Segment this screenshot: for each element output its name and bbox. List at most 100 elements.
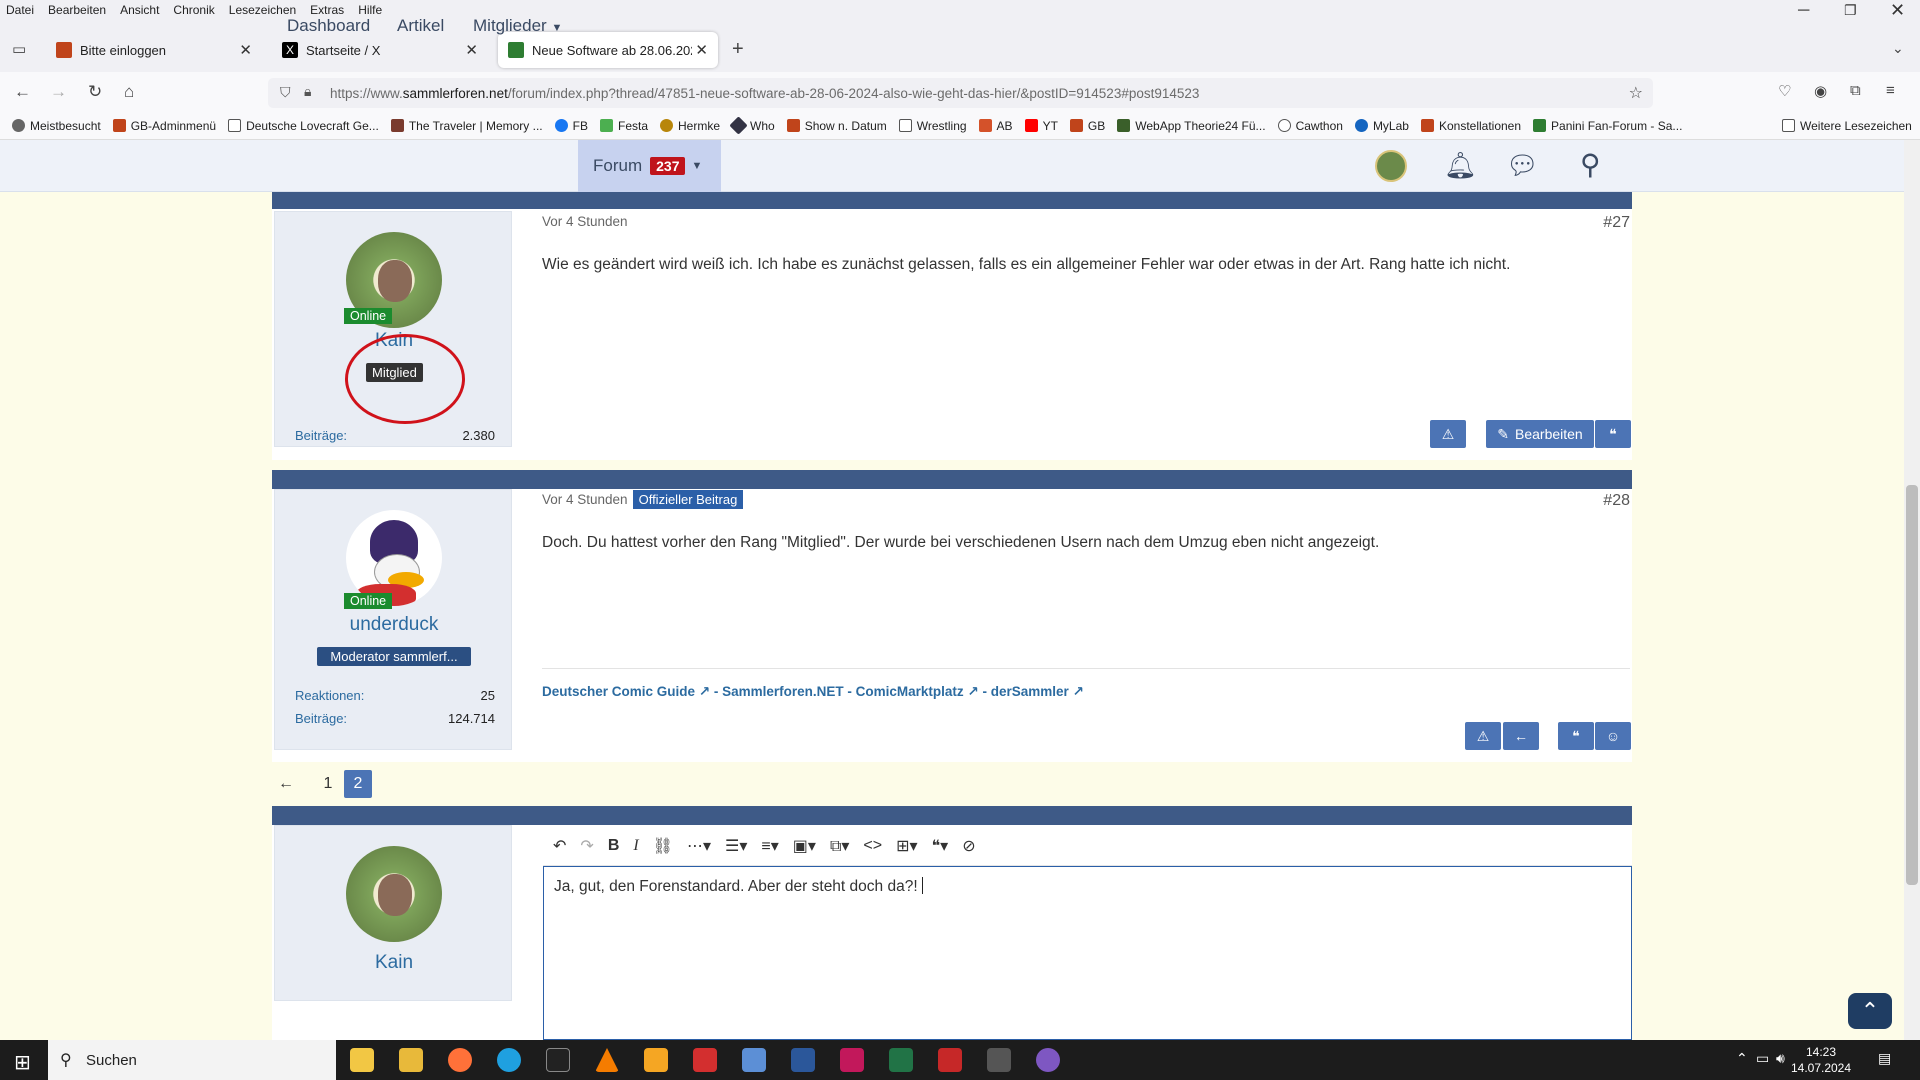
app-icon[interactable] [399, 1048, 423, 1072]
explorer-app-icon[interactable] [350, 1048, 374, 1072]
menu-chronik[interactable]: Chronik [173, 3, 214, 17]
reply-arrow-button[interactable]: ← [1503, 722, 1539, 750]
align-icon[interactable]: ≡▾ [761, 836, 778, 856]
app-icon[interactable] [938, 1048, 962, 1072]
account-icon[interactable]: ◉ [1814, 82, 1827, 100]
menu-datei[interactable]: Datei [6, 3, 34, 17]
menu-bearbeiten[interactable]: Bearbeiten [48, 3, 106, 17]
bookmark-item[interactable]: Meistbesucht [12, 119, 101, 133]
notifications-icon[interactable]: ▤ [1878, 1050, 1891, 1067]
menu-hilfe[interactable]: Hilfe [358, 3, 382, 17]
italic-icon[interactable]: I [633, 837, 638, 855]
report-button[interactable]: ⚠ [1465, 722, 1501, 750]
back-icon[interactable]: ← [14, 82, 31, 102]
scrollbar-thumb[interactable] [1906, 485, 1918, 885]
edit-button[interactable]: ✎ Bearbeiten [1486, 420, 1594, 448]
bookmark-item[interactable]: MyLab [1354, 119, 1409, 133]
blockquote-icon[interactable]: ❝▾ [932, 836, 949, 856]
list-icon[interactable]: ☰▾ [725, 836, 747, 856]
post-time[interactable]: Vor 4 Stunden [542, 492, 628, 507]
link-icon[interactable]: ⛓ [653, 836, 673, 856]
code-icon[interactable]: <> [863, 837, 882, 855]
media-app-icon[interactable] [546, 1048, 570, 1072]
redo-icon[interactable]: ↷ [580, 836, 593, 856]
tab-bitte-einloggen[interactable]: Bitte einloggen ✕ [46, 32, 262, 68]
network-icon[interactable]: ▭ [1756, 1050, 1769, 1067]
bookmark-item[interactable]: YT [1024, 119, 1058, 133]
search-icon[interactable]: ⚲ [1580, 148, 1601, 181]
window-close-icon[interactable]: ✕ [1890, 0, 1905, 21]
tab-close-icon[interactable]: ✕ [239, 41, 252, 59]
lock-icon[interactable]: 🔒︎ [304, 83, 311, 100]
avatar[interactable] [346, 846, 442, 942]
bell-icon[interactable]: 🔔︎ [1444, 150, 1477, 181]
bookmark-item[interactable]: Who [729, 116, 775, 135]
bookmark-item[interactable]: Deutsche Lovecraft Ge... [228, 119, 379, 133]
taskbar-search[interactable]: Suchen [48, 1040, 336, 1080]
bookmark-folder[interactable]: Wrestling [898, 119, 967, 133]
new-tab-icon[interactable]: + [732, 38, 744, 61]
bookmark-item[interactable]: WebApp Theorie24 Fü... [1117, 119, 1266, 133]
word-app-icon[interactable] [791, 1048, 815, 1072]
pagination-prev[interactable]: ← [272, 770, 300, 798]
bookmark-item[interactable]: GB-Adminmenü [112, 119, 216, 133]
media-icon[interactable]: ⧉▾ [830, 836, 849, 856]
bold-icon[interactable]: B [608, 837, 620, 855]
bookmark-item[interactable]: GB [1069, 119, 1105, 133]
menu-ansicht[interactable]: Ansicht [120, 3, 159, 17]
app-icon[interactable] [742, 1048, 766, 1072]
tab-neue-software[interactable]: Neue Software ab 28.06.2024 - / ✕ [498, 32, 718, 68]
forward-icon[interactable]: → [50, 82, 67, 102]
conversations-icon[interactable]: 💬︎ [1506, 150, 1539, 181]
tab-list-chevron-icon[interactable]: ⌄ [1892, 40, 1904, 57]
preview-toggle-icon[interactable]: ⊘ [962, 836, 975, 856]
undo-icon[interactable]: ↶ [553, 836, 566, 856]
app-icon[interactable] [987, 1048, 1011, 1072]
report-button[interactable]: ⚠ [1430, 420, 1466, 448]
bookmark-folder-other[interactable]: Weitere Lesezeichen [1782, 119, 1912, 133]
tab-overview-icon[interactable]: ▭ [12, 40, 26, 58]
app-icon[interactable] [1036, 1048, 1060, 1072]
reload-icon[interactable]: ↻ [88, 82, 102, 102]
bookmark-item[interactable]: AB [978, 119, 1013, 133]
nav-mitglieder[interactable]: Mitglieder ▼ [473, 16, 562, 36]
bookmark-item[interactable]: Show n. Datum [786, 119, 887, 133]
pagination-page-2[interactable]: 2 [344, 770, 372, 798]
tab-startseite-x[interactable]: X Startseite / X ✕ [272, 32, 488, 68]
extensions-icon[interactable]: ⧉ [1850, 82, 1861, 99]
taskbar-clock[interactable]: 14:23 14.07.2024 [1783, 1044, 1859, 1076]
player-app-icon[interactable] [644, 1048, 668, 1072]
author-name[interactable]: underduck [275, 614, 513, 636]
scroll-to-top-button[interactable]: ⌃ [1848, 993, 1892, 1029]
restore-icon[interactable]: ❐ [1844, 2, 1857, 19]
menu-hamburger-icon[interactable]: ≡ [1886, 82, 1895, 99]
more-options-icon[interactable]: ⋯▾ [687, 836, 711, 856]
bookmark-item[interactable]: Festa [599, 119, 648, 133]
app-icon[interactable] [840, 1048, 864, 1072]
menu-lesezeichen[interactable]: Lesezeichen [229, 3, 296, 17]
post-number[interactable]: #27 [1603, 214, 1630, 232]
quote-button[interactable]: ❝ [1558, 722, 1594, 750]
tray-chevron-icon[interactable]: ⌃ [1736, 1050, 1748, 1067]
vlc-app-icon[interactable] [595, 1048, 619, 1072]
avatar[interactable] [346, 510, 442, 606]
bookmark-item[interactable]: Hermke [660, 119, 720, 133]
user-avatar[interactable] [1375, 150, 1407, 182]
tab-close-icon[interactable]: ✕ [465, 41, 478, 59]
post-number[interactable]: #28 [1603, 492, 1630, 510]
shield-icon[interactable]: ⛉ [280, 84, 291, 101]
app-icon[interactable] [693, 1048, 717, 1072]
table-icon[interactable]: ⊞▾ [896, 836, 917, 856]
pagination-page-1[interactable]: 1 [314, 770, 342, 798]
reaction-button[interactable]: ☺ [1595, 722, 1631, 750]
windows-start-icon[interactable]: ⊞ [14, 1050, 31, 1075]
home-icon[interactable]: ⌂ [124, 82, 134, 102]
pocket-icon[interactable]: ♡ [1778, 82, 1791, 100]
reply-textarea[interactable]: Ja, gut, den Forenstandard. Aber der ste… [543, 866, 1632, 1040]
bookmark-item[interactable]: Panini Fan-Forum - Sa... [1533, 119, 1682, 133]
post-time[interactable]: Vor 4 Stunden [542, 214, 628, 229]
image-icon[interactable]: ▣▾ [793, 836, 816, 856]
nav-dashboard[interactable]: Dashboard [287, 16, 370, 36]
minimize-icon[interactable]: ─ [1798, 2, 1809, 20]
author-name[interactable]: Kain [275, 952, 513, 974]
